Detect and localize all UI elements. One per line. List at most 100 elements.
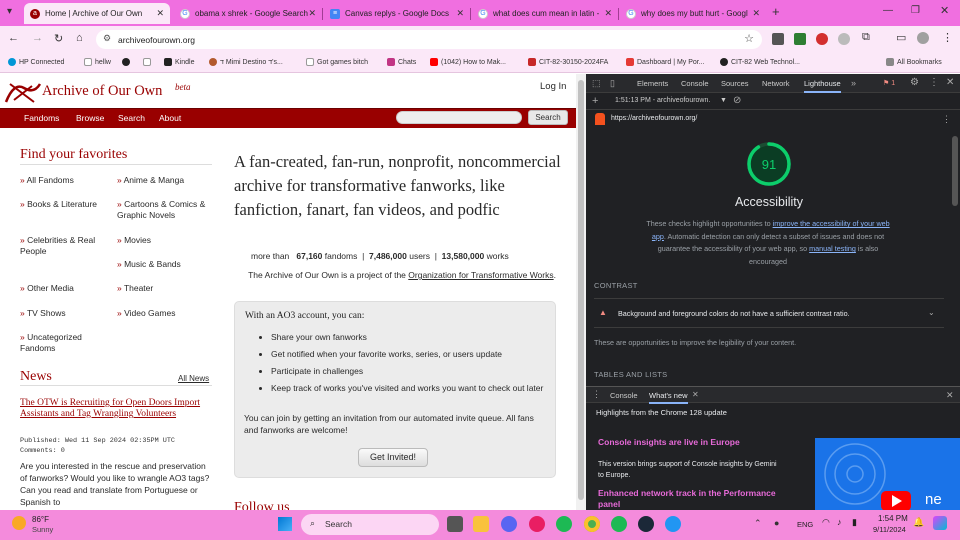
close-tab-icon[interactable]: ✕ (692, 390, 699, 399)
close-drawer-icon[interactable]: ✕ (946, 390, 954, 401)
copilot-icon[interactable] (933, 516, 947, 530)
weather-desc[interactable]: Sunny (32, 525, 53, 534)
tab-google-docs[interactable]: ≡ Canvas replys - Google Docs ✕ (324, 3, 470, 24)
fandom-theater[interactable]: » Theater (117, 283, 212, 294)
help-icon[interactable] (665, 516, 681, 532)
extensions-puzzle-icon[interactable]: ⧉ (862, 31, 870, 44)
bookmark-item[interactable]: hellw (84, 58, 111, 66)
tab-close-icon[interactable]: ✕ (156, 8, 164, 19)
fandom-all[interactable]: » All Fandoms (20, 175, 110, 186)
otw-link[interactable]: Organization for Transformative Works (408, 270, 553, 280)
taskbar-search[interactable]: ⌕ Search (301, 514, 439, 535)
site-info-icon[interactable]: ⚙ (103, 33, 111, 44)
inspect-icon[interactable]: ⬚ (592, 78, 601, 89)
contrast-audit[interactable]: ▲ Background and foreground colors do no… (594, 298, 944, 328)
ao3-search-button[interactable]: Search (528, 110, 568, 125)
new-tab-button[interactable]: + (772, 4, 780, 19)
ao3-logo-text[interactable]: Archive of Our Own (42, 83, 162, 100)
tab-close-icon[interactable]: ✕ (604, 8, 612, 19)
bookmark-item[interactable]: (1042) How to Mak... (430, 58, 506, 66)
sidepanel-icon[interactable]: ▭ (896, 31, 906, 44)
insight1-title[interactable]: Console insights are live in Europe (598, 437, 740, 447)
nav-browse[interactable]: Browse (76, 113, 104, 123)
devtools-tab-console[interactable]: Console (681, 79, 709, 88)
clear-reports-icon[interactable]: ⊘ (733, 95, 741, 106)
fandom-books[interactable]: » Books & Literature (20, 199, 115, 210)
chrome-icon[interactable] (584, 516, 600, 532)
bookmark-item[interactable] (122, 58, 133, 66)
bookmark-item[interactable]: CIT-82 Web Technol... (720, 58, 800, 66)
fandom-tv[interactable]: » TV Shows (20, 308, 112, 319)
issues-badge[interactable]: ⚑ 1 (883, 79, 895, 87)
fandom-cartoons[interactable]: » Cartoons & Comics & Graphic Novels (117, 199, 212, 221)
extension-icon[interactable] (772, 33, 784, 45)
devtools-tab-sources[interactable]: Sources (721, 79, 749, 88)
devtools-close-icon[interactable]: ✕ (946, 77, 954, 88)
nav-fandoms[interactable]: Fandoms (24, 113, 59, 123)
settings-gear-icon[interactable]: ⚙ (910, 77, 919, 88)
devtools-tab-lighthouse[interactable]: Lighthouse (804, 79, 841, 93)
drawer-tab-console[interactable]: Console (610, 391, 638, 400)
weather-temp[interactable]: 86°F (32, 515, 49, 524)
fandom-music[interactable]: » Music & Bands (117, 259, 212, 270)
reload-icon[interactable]: ↻ (54, 32, 63, 45)
adblock-icon[interactable] (816, 33, 828, 45)
tray-chevron-icon[interactable]: ⌃ (754, 518, 762, 529)
bookmark-item[interactable]: Chats (387, 58, 416, 66)
fandom-anime[interactable]: » Anime & Manga (117, 175, 212, 186)
tab-close-icon[interactable]: ✕ (752, 8, 760, 19)
clock-date[interactable]: 9/11/2024 (873, 525, 906, 534)
devtools-tab-elements[interactable]: Elements (637, 79, 668, 88)
spotify-icon[interactable] (611, 516, 627, 532)
forward-arrow-icon[interactable]: → (32, 32, 43, 44)
volume-icon[interactable]: ♪ (837, 517, 842, 527)
fandom-uncategorized[interactable]: » Uncategorized Fandoms (20, 332, 100, 354)
news-title-link[interactable]: The OTW is Recruiting for Open Doors Imp… (20, 398, 210, 420)
home-icon[interactable]: ⌂ (76, 32, 83, 44)
news-comments[interactable]: Comments: 0 (20, 447, 65, 455)
bookmark-item[interactable]: CIT-82-30150-2024FA (528, 58, 608, 66)
discord-icon[interactable] (501, 516, 517, 532)
report-menu-icon[interactable]: ⋮ (942, 114, 951, 125)
fandom-movies[interactable]: » Movies (117, 235, 212, 246)
app-icon[interactable] (529, 516, 545, 532)
devtools-menu-icon[interactable]: ⋮ (929, 77, 939, 88)
more-tabs-icon[interactable]: » (851, 78, 856, 88)
page-scrollbar-thumb[interactable] (578, 80, 584, 500)
expand-chevron-icon[interactable]: ⌄ (928, 308, 935, 317)
bookmark-item[interactable]: Got games bitch (306, 58, 368, 66)
clock-time[interactable]: 1:54 PM (878, 514, 908, 523)
ao3-logo-icon[interactable] (4, 78, 42, 106)
promo-video-thumbnail[interactable]: ne (815, 438, 960, 510)
battery-icon[interactable]: ▮ (852, 517, 857, 528)
tab-ao3-home[interactable]: a Home | Archive of Our Own ✕ (24, 3, 170, 24)
get-invited-button[interactable]: Get Invited! (358, 448, 428, 467)
steam-icon[interactable] (638, 516, 654, 532)
insight2-title[interactable]: Enhanced network track in the Performanc… (598, 488, 788, 510)
new-report-icon[interactable]: + (592, 95, 598, 107)
notification-bell-icon[interactable]: 🔔 (913, 517, 924, 528)
task-view-icon[interactable] (447, 516, 463, 532)
login-link[interactable]: Log In (540, 81, 566, 92)
report-dropdown-icon[interactable]: ▼ (720, 97, 727, 104)
minimize-button[interactable]: — (883, 5, 893, 16)
devtools-tab-network[interactable]: Network (762, 79, 790, 88)
close-window-button[interactable]: ✕ (940, 4, 949, 17)
back-arrow-icon[interactable]: ← (8, 32, 19, 44)
profile-avatar[interactable] (917, 32, 929, 44)
tab-google-search-2[interactable]: G what does cum mean in latin - ✕ (472, 3, 618, 24)
bookmark-item[interactable]: Kindle (164, 58, 194, 66)
tray-app-icon[interactable]: ● (774, 518, 779, 528)
devtools-scrollbar[interactable] (952, 136, 958, 206)
spotify-icon[interactable] (556, 516, 572, 532)
bookmark-item[interactable] (143, 58, 154, 66)
extension-icon[interactable] (794, 33, 806, 45)
nav-about[interactable]: About (159, 113, 181, 123)
bookmark-star-icon[interactable]: ☆ (744, 32, 754, 45)
tab-google-search-3[interactable]: G why does my butt hurt - Googl ✕ (620, 3, 766, 24)
file-explorer-icon[interactable] (473, 516, 489, 532)
address-bar[interactable]: ⚙ archiveofourown.org ☆ (96, 30, 762, 49)
wifi-icon[interactable]: ◠ (822, 517, 830, 528)
bookmark-item[interactable]: Dashboard | My Por... (626, 58, 705, 66)
manual-testing-link[interactable]: manual testing (809, 244, 856, 253)
